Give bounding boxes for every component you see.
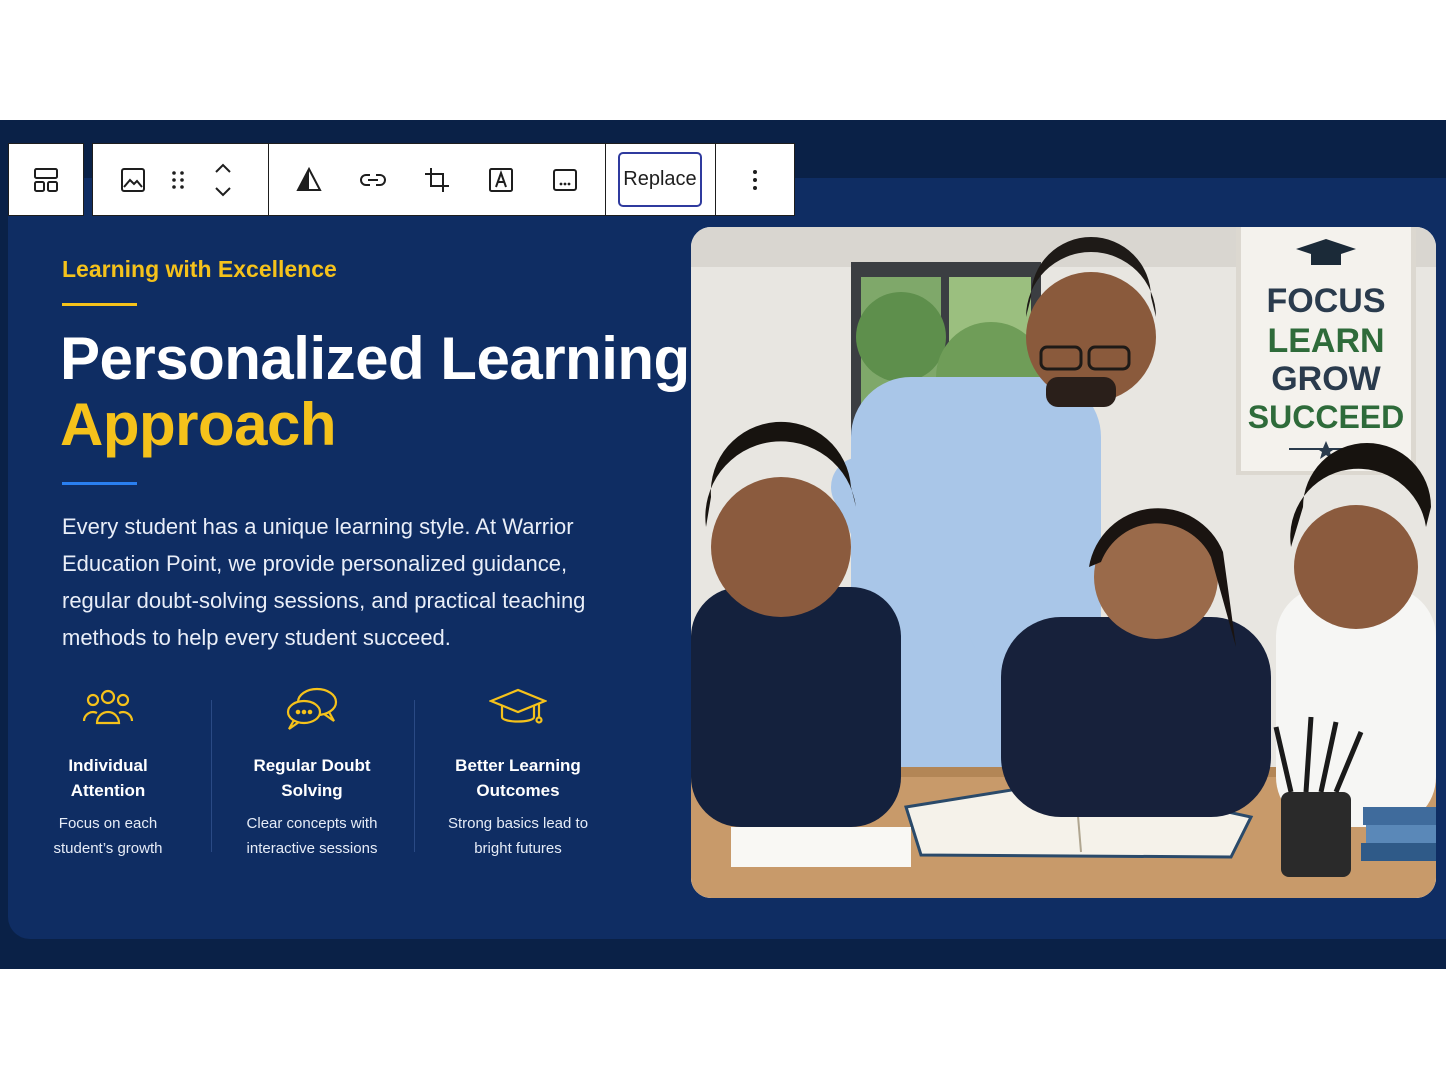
toolbar-image-tools-group [268,143,606,216]
feature-title: Better Learning Outcomes [455,756,581,800]
classroom-photo[interactable]: FOCUS LEARN GROW SUCCEED [691,227,1436,898]
eyebrow-text: Learning with Excellence [62,256,337,282]
page-title: Personalized Learning Approach [60,326,690,458]
poster-line: GROW [1271,360,1381,398]
move-down-icon[interactable] [199,180,247,204]
duotone-filter-icon[interactable] [285,156,333,204]
poster-line: SUCCEED [1248,399,1404,435]
feature-learning-outcomes: Better Learning Outcomes Strong basics le… [418,685,618,861]
intro-paragraph: Every student has a unique learning styl… [62,514,586,650]
caption-icon[interactable] [541,156,589,204]
text-overlay-icon[interactable] [477,156,525,204]
title-line-2: Approach [60,391,337,458]
feature-description: Focus on each student’s growth [53,815,163,857]
feature-divider [414,700,415,852]
feature-individual-attention: Individual Attention Focus on each student… [8,685,208,861]
toolbar-options-group [715,143,795,216]
chat-bubbles-icon [286,687,338,730]
move-up-icon[interactable] [199,156,247,180]
more-options-icon[interactable] [731,156,779,204]
title-line-1: Personalized Learning [60,325,690,392]
feature-description: Clear concepts with interactive sessions [246,815,378,857]
replace-button[interactable]: Replace [618,152,702,207]
users-icon [82,689,134,725]
toolbar-block-controls-group [92,143,269,216]
poster-line: LEARN [1267,322,1384,360]
image-icon[interactable] [109,156,157,204]
graduation-cap-icon [489,688,547,724]
feature-description: Strong basics lead to bright futures [447,815,589,857]
toolbar-block-switcher-group [8,143,84,216]
toolbar-replace-group: Replace [605,143,716,216]
link-icon[interactable] [349,156,397,204]
poster-line: FOCUS [1267,282,1386,320]
feature-title: Regular Doubt Solving [253,756,371,800]
blue-divider [62,482,137,485]
feature-title: Individual Attention [68,756,148,800]
crop-icon[interactable] [413,156,461,204]
move-buttons [199,156,247,204]
drag-handle-icon[interactable] [157,156,199,204]
yellow-divider [62,303,137,306]
feature-doubt-solving: Regular Doubt Solving Clear concepts with… [212,685,412,861]
block-layout-icon[interactable] [22,156,70,204]
